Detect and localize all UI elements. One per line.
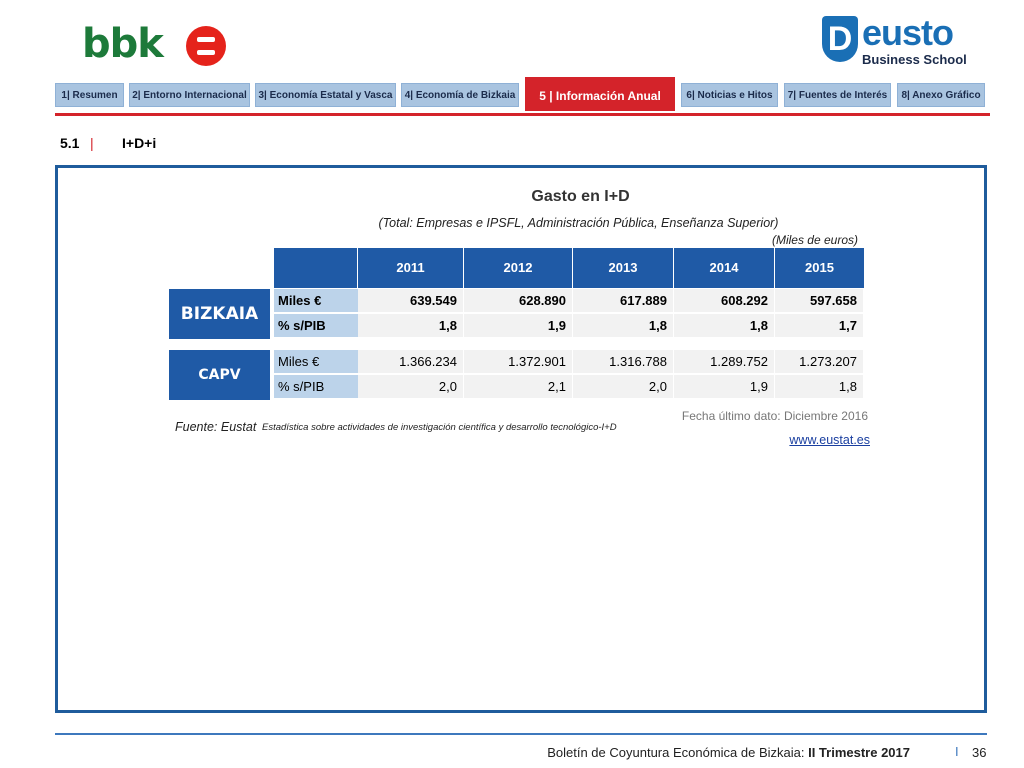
tab-fuentes-interes[interactable]: 7| Fuentes de Interés <box>784 83 891 107</box>
table-cell: 1.366.234 <box>358 350 464 374</box>
table-cell: 1,8 <box>358 314 464 338</box>
table-cell: 1.273.207 <box>775 350 864 374</box>
table-unit: (Miles de euros) <box>771 233 858 247</box>
table-cell: 2,1 <box>464 375 573 399</box>
table-cell: 1.289.752 <box>674 350 775 374</box>
table-cell: 1.372.901 <box>464 350 573 374</box>
section-title: I+D+i <box>122 135 157 151</box>
table-cell: 2,0 <box>573 375 674 399</box>
row-label: Miles € <box>274 350 358 374</box>
tab-economia-estatal-vasca[interactable]: 3| Economía Estatal y Vasca <box>255 83 396 107</box>
table-header-blank <box>274 248 358 288</box>
tab-anexo-grafico[interactable]: 8| Anexo Gráfico <box>897 83 985 107</box>
table-title: Gasto en I+D <box>531 188 630 205</box>
table-cell: 617.889 <box>573 289 674 313</box>
table-cell: 628.890 <box>464 289 573 313</box>
table-header-year: 2013 <box>573 248 674 288</box>
section-nav: 1| Resumen 2| Entorno Internacional 3| E… <box>55 77 990 115</box>
table-header-year: 2011 <box>358 248 464 288</box>
row-label: % s/PIB <box>274 375 358 399</box>
table-header-year: 2015 <box>775 248 864 288</box>
table-cell: 597.658 <box>775 289 864 313</box>
tab-informacion-anual[interactable]: 5 | Información Anual <box>525 77 675 111</box>
table-header-year: 2012 <box>464 248 573 288</box>
page-number: 36 <box>972 745 987 760</box>
footer-title-text: Boletín de Coyuntura Económica de Bizkai… <box>547 745 809 760</box>
footer-separator: I <box>955 744 959 759</box>
region-label-capv: CAPV <box>169 350 270 400</box>
table-subtitle: (Total: Empresas e IPSFL, Administración… <box>378 216 779 230</box>
row-label: Miles € <box>274 289 358 313</box>
tab-resumen[interactable]: 1| Resumen <box>55 83 124 107</box>
footer-title: Boletín de Coyuntura Económica de Bizkai… <box>300 745 910 760</box>
bbk-logo-text: bbk <box>82 21 164 67</box>
region-label-bizkaia: BIZKAIA <box>169 289 270 339</box>
table-cell: 1,8 <box>674 314 775 338</box>
last-data-date: Fecha último dato: Diciembre 2016 <box>681 409 868 423</box>
tab-entorno-internacional[interactable]: 2| Entorno Internacional <box>129 83 250 107</box>
table-cell: 1,9 <box>674 375 775 399</box>
tab-noticias-hitos[interactable]: 6| Noticias e Hitos <box>681 83 778 107</box>
table-cell: 1.316.788 <box>573 350 674 374</box>
nav-underline <box>55 113 990 116</box>
deusto-logo-subtitle: Business School <box>862 52 967 67</box>
table-header-year: 2014 <box>674 248 775 288</box>
source-label: Fuente: Eustat <box>175 420 257 434</box>
deusto-shield-icon: D <box>822 16 858 62</box>
eustat-link[interactable]: www.eustat.es <box>700 433 870 447</box>
section-number: 5.1 <box>60 135 80 151</box>
footer-title-period: II Trimestre 2017 <box>808 745 910 760</box>
bbk-logo-circle <box>186 26 226 66</box>
section-separator: | <box>90 135 94 151</box>
table-cell: 1,8 <box>775 375 864 399</box>
table-cell: 1,9 <box>464 314 573 338</box>
table-cell: 2,0 <box>358 375 464 399</box>
deusto-logo: D eusto Business School <box>820 12 970 70</box>
row-label: % s/PIB <box>274 314 358 338</box>
table-cell: 1,8 <box>573 314 674 338</box>
tab-economia-bizkaia[interactable]: 4| Economía de Bizkaia <box>401 83 519 107</box>
table-cell: 608.292 <box>674 289 775 313</box>
table-cell: 1,7 <box>775 314 864 338</box>
table-cell: 639.549 <box>358 289 464 313</box>
source-text: Estadística sobre actividades de investi… <box>262 422 617 433</box>
footer-divider <box>55 733 987 735</box>
bbk-logo: bbk <box>82 22 232 70</box>
deusto-logo-word: eusto <box>862 12 954 53</box>
